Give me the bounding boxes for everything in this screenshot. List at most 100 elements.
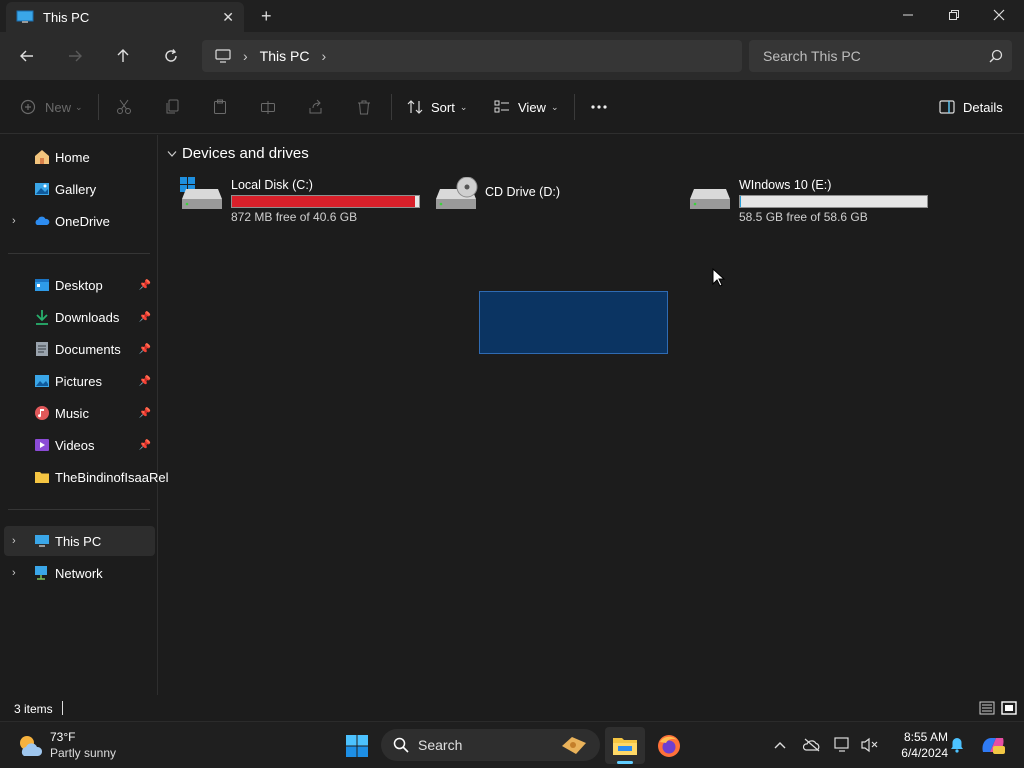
- new-label: New: [45, 99, 72, 115]
- chevron-right-icon[interactable]: ›: [12, 535, 16, 547]
- weather-widget[interactable]: 73°F Partly sunny: [14, 728, 154, 764]
- minimize-icon: [903, 14, 913, 16]
- rename-button[interactable]: [260, 96, 276, 118]
- sidebar-divider: [8, 253, 150, 254]
- cut-button[interactable]: [116, 96, 132, 118]
- divider: [391, 94, 392, 120]
- back-arrow-icon: [20, 50, 33, 62]
- sidebar-item-desktop[interactable]: Desktop 📌: [4, 270, 155, 300]
- windows-start-icon: [346, 734, 368, 757]
- volume-tray[interactable]: [860, 735, 880, 755]
- sort-button[interactable]: Sort ⌄: [407, 96, 467, 118]
- close-tab-icon[interactable]: ✕: [222, 9, 234, 26]
- breadcrumb-this-pc[interactable]: This PC: [260, 48, 310, 64]
- videos-icon: [35, 439, 49, 451]
- view-label: View: [518, 99, 546, 115]
- divider: [574, 94, 575, 120]
- command-bar: New ⌄ Sort ⌄ View ⌄ Details: [0, 80, 1024, 134]
- refresh-button[interactable]: [157, 44, 185, 68]
- show-hidden-icons-button[interactable]: [770, 735, 790, 755]
- trash-icon: [358, 100, 370, 115]
- sidebar-item-onedrive[interactable]: › OneDrive: [4, 206, 155, 236]
- restore-button[interactable]: [931, 0, 977, 30]
- tab-this-pc[interactable]: This PC ✕: [6, 2, 244, 32]
- forward-button[interactable]: [61, 44, 89, 68]
- download-icon: [36, 310, 48, 325]
- sidebar-item-label: This PC: [55, 533, 102, 549]
- sidebar-item-videos[interactable]: Videos 📌: [4, 430, 155, 460]
- delete-button[interactable]: [356, 96, 372, 118]
- network-monitor-icon: [834, 737, 849, 752]
- search-input[interactable]: [763, 48, 973, 64]
- divider: [98, 94, 99, 120]
- taskbar-file-explorer[interactable]: [605, 727, 645, 764]
- sidebar-item-network[interactable]: › Network: [4, 558, 155, 588]
- group-header[interactable]: Devices and drives: [167, 145, 309, 162]
- onedrive-tray[interactable]: [802, 735, 822, 755]
- up-arrow-icon: [117, 49, 129, 62]
- copilot-icon: [982, 738, 1005, 754]
- chevron-up-icon: [774, 742, 786, 749]
- chevron-right-icon[interactable]: ›: [12, 215, 16, 227]
- monitor-icon: [16, 10, 34, 23]
- sidebar-item-pictures[interactable]: Pictures 📌: [4, 366, 155, 396]
- sidebar-item-label: Pictures: [55, 373, 102, 389]
- new-tab-button[interactable]: +: [261, 6, 272, 27]
- pin-icon: 📌: [138, 311, 151, 323]
- share-icon: [309, 99, 322, 114]
- sidebar-item-label: Music: [55, 405, 89, 421]
- taskbar-search-input[interactable]: [418, 737, 548, 753]
- details-view-icon[interactable]: [979, 700, 995, 716]
- view-button[interactable]: View ⌄: [494, 96, 559, 118]
- chevron-right-icon[interactable]: ›: [321, 48, 326, 64]
- monitor-outline-icon: [215, 49, 231, 63]
- start-button[interactable]: [337, 727, 377, 764]
- large-icons-view-icon[interactable]: [1001, 700, 1017, 716]
- drive-free-space: 872 MB free of 40.6 GB: [231, 210, 358, 224]
- sidebar-item-home[interactable]: Home: [4, 142, 155, 172]
- onedrive-cloud-icon: [35, 216, 50, 225]
- navigation-pane: Home Gallery › OneDrive Desktop 📌 Downlo…: [0, 135, 168, 695]
- details-button[interactable]: Details: [939, 96, 1003, 118]
- taskbar-search[interactable]: [381, 729, 600, 761]
- notifications-button[interactable]: [947, 735, 967, 755]
- chevron-down-icon: ⌄: [75, 101, 83, 112]
- weather-temperature: 73°F: [50, 730, 76, 744]
- address-bar[interactable]: › This PC ›: [202, 40, 742, 72]
- search-icon: [989, 49, 1003, 63]
- pin-icon: 📌: [138, 375, 151, 387]
- drive-d[interactable]: CD Drive (D:): [434, 177, 634, 223]
- chevron-right-icon[interactable]: ›: [12, 567, 16, 579]
- bell-icon: [951, 738, 963, 753]
- sidebar-item-gallery[interactable]: Gallery: [4, 174, 155, 204]
- pin-icon: 📌: [138, 439, 151, 451]
- back-button[interactable]: [13, 44, 41, 68]
- more-options-button[interactable]: [590, 96, 608, 118]
- taskbar-clock[interactable]: 8:55 AM 6/4/2024: [886, 729, 948, 761]
- new-button[interactable]: New ⌄: [20, 96, 83, 118]
- details-label: Details: [963, 99, 1003, 115]
- copilot-button[interactable]: [979, 735, 1007, 755]
- close-window-button[interactable]: [976, 0, 1022, 30]
- taskbar-firefox[interactable]: [649, 727, 689, 764]
- share-button[interactable]: [308, 96, 324, 118]
- minimize-button[interactable]: [885, 0, 931, 30]
- sidebar-item-this-pc[interactable]: › This PC: [4, 526, 155, 556]
- drive-c[interactable]: Local Disk (C:) 872 MB free of 40.6 GB: [180, 177, 430, 224]
- sidebar-item-folder[interactable]: TheBindinofIsaaRel: [4, 462, 168, 492]
- copy-button[interactable]: [164, 96, 180, 118]
- paste-button[interactable]: [212, 96, 228, 118]
- title-bar: This PC ✕ +: [0, 0, 1024, 32]
- drive-usage-fill: [232, 196, 416, 207]
- drive-e[interactable]: WIndows 10 (E:) 58.5 GB free of 58.6 GB: [688, 177, 938, 224]
- sidebar-item-downloads[interactable]: Downloads 📌: [4, 302, 155, 332]
- details-pane-icon: [939, 100, 955, 114]
- copy-icon: [166, 99, 179, 114]
- group-title: Devices and drives: [182, 145, 309, 162]
- search-box[interactable]: [749, 40, 1012, 72]
- up-button[interactable]: [109, 44, 137, 68]
- network-tray[interactable]: [833, 735, 853, 755]
- sidebar-item-documents[interactable]: Documents 📌: [4, 334, 155, 364]
- tab-title: This PC: [43, 9, 90, 25]
- sidebar-item-music[interactable]: Music 📌: [4, 398, 155, 428]
